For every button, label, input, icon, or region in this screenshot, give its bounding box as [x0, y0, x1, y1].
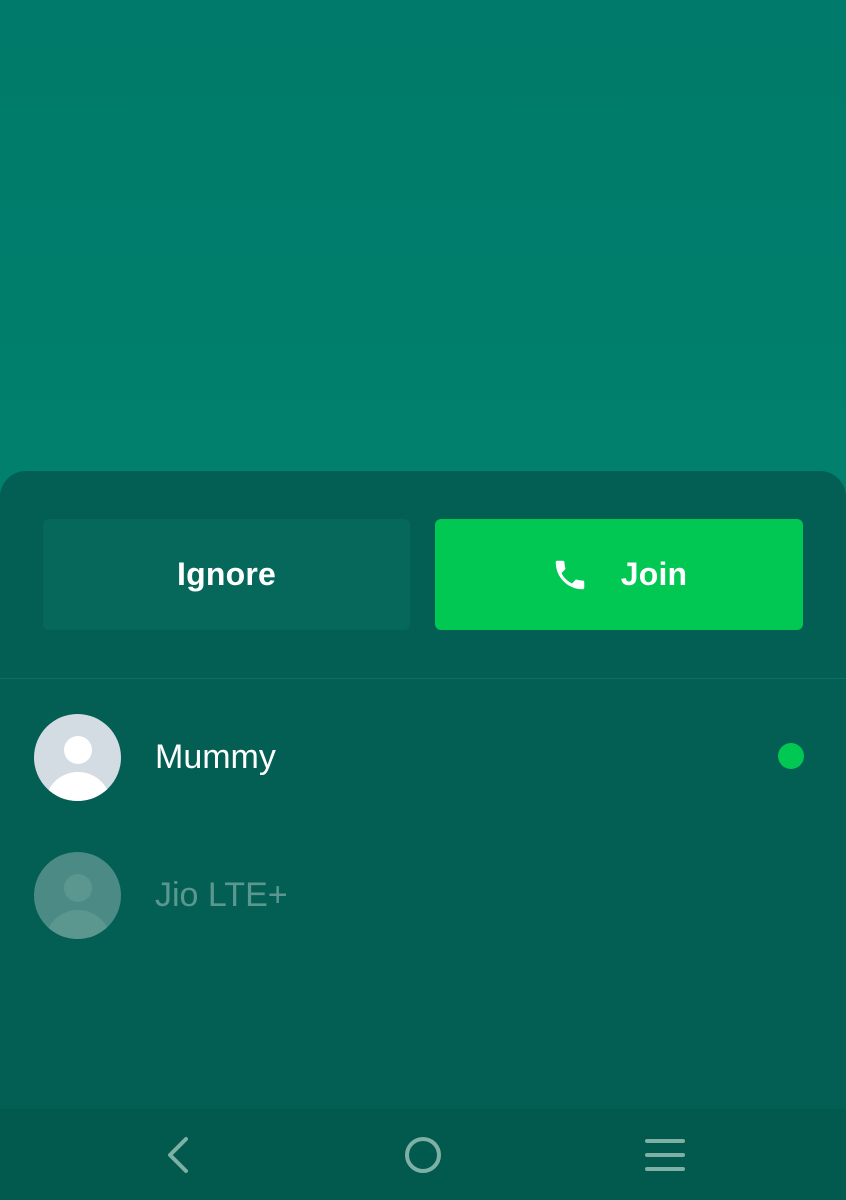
back-icon[interactable] [158, 1135, 202, 1175]
home-icon[interactable] [401, 1135, 445, 1175]
divider [0, 678, 846, 679]
avatar [34, 713, 121, 801]
participant-name: Jio LTE+ [155, 875, 288, 914]
join-button-label: Join [620, 556, 688, 592]
system-navigation-bar [0, 1109, 846, 1200]
participant-row[interactable]: Mummy [34, 713, 814, 801]
avatar [34, 851, 121, 939]
person-icon-body [44, 909, 111, 939]
group-call-screen: Ignore Join Mummy Jio LTE+ [0, 0, 846, 1200]
menu-icon[interactable] [643, 1135, 687, 1175]
phone-icon [555, 560, 584, 589]
participant-row[interactable]: Jio LTE+ [34, 851, 814, 939]
ignore-button[interactable]: Ignore [43, 519, 410, 630]
call-bottom-sheet: Ignore Join Mummy Jio LTE+ [0, 471, 846, 1200]
ignore-button-label: Ignore [177, 556, 276, 592]
person-icon-head [63, 735, 92, 764]
call-actions: Ignore Join [43, 519, 803, 630]
participant-name: Mummy [155, 737, 276, 776]
person-icon-head [63, 873, 92, 902]
person-icon-body [44, 771, 111, 801]
join-button[interactable]: Join [435, 519, 803, 630]
online-status-dot [778, 743, 804, 769]
